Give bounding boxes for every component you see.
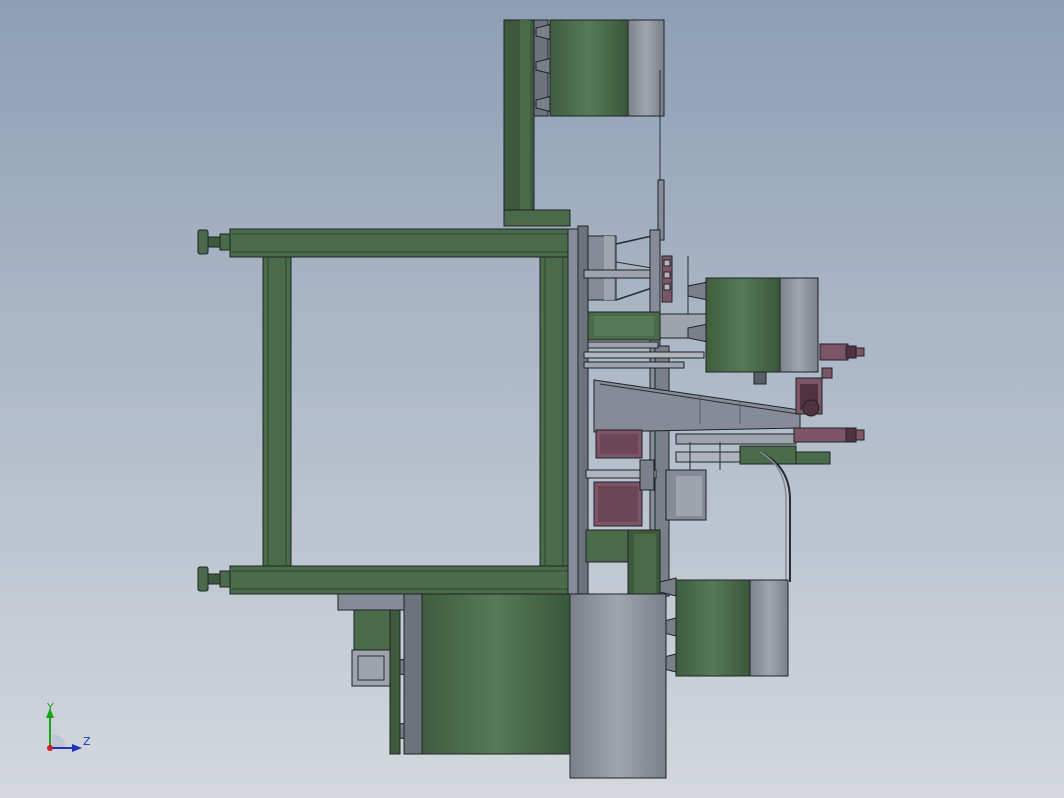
bottom-right-motor-body	[675, 579, 751, 677]
top-motor-end-cap	[627, 19, 665, 117]
middle-motor-end-cap	[779, 277, 819, 373]
cad-drawing: Y Z	[0, 0, 1064, 798]
bottom-right-motor-end-cap	[749, 579, 789, 677]
triad-y-label: Y	[46, 701, 54, 714]
bottom-bracket-block	[353, 609, 395, 651]
middle-motor-body	[705, 277, 781, 373]
top-motor-body	[549, 19, 629, 117]
frame-left-post	[262, 256, 292, 567]
triad-z-label: Z	[83, 735, 91, 748]
bottom-large-motor-end-cap	[569, 593, 667, 779]
top-bracket-foot	[503, 209, 571, 227]
frame-right-post	[539, 256, 569, 567]
bottom-right-motor-assembly	[659, 577, 789, 677]
frame-bottom-beam	[229, 565, 579, 595]
bottom-large-motor-body	[421, 593, 571, 755]
cad-viewport[interactable]: Y Z	[0, 0, 1064, 798]
actuator-rail-upper	[675, 433, 797, 445]
triad-origin	[47, 745, 53, 751]
frame-top-beam	[229, 228, 579, 258]
